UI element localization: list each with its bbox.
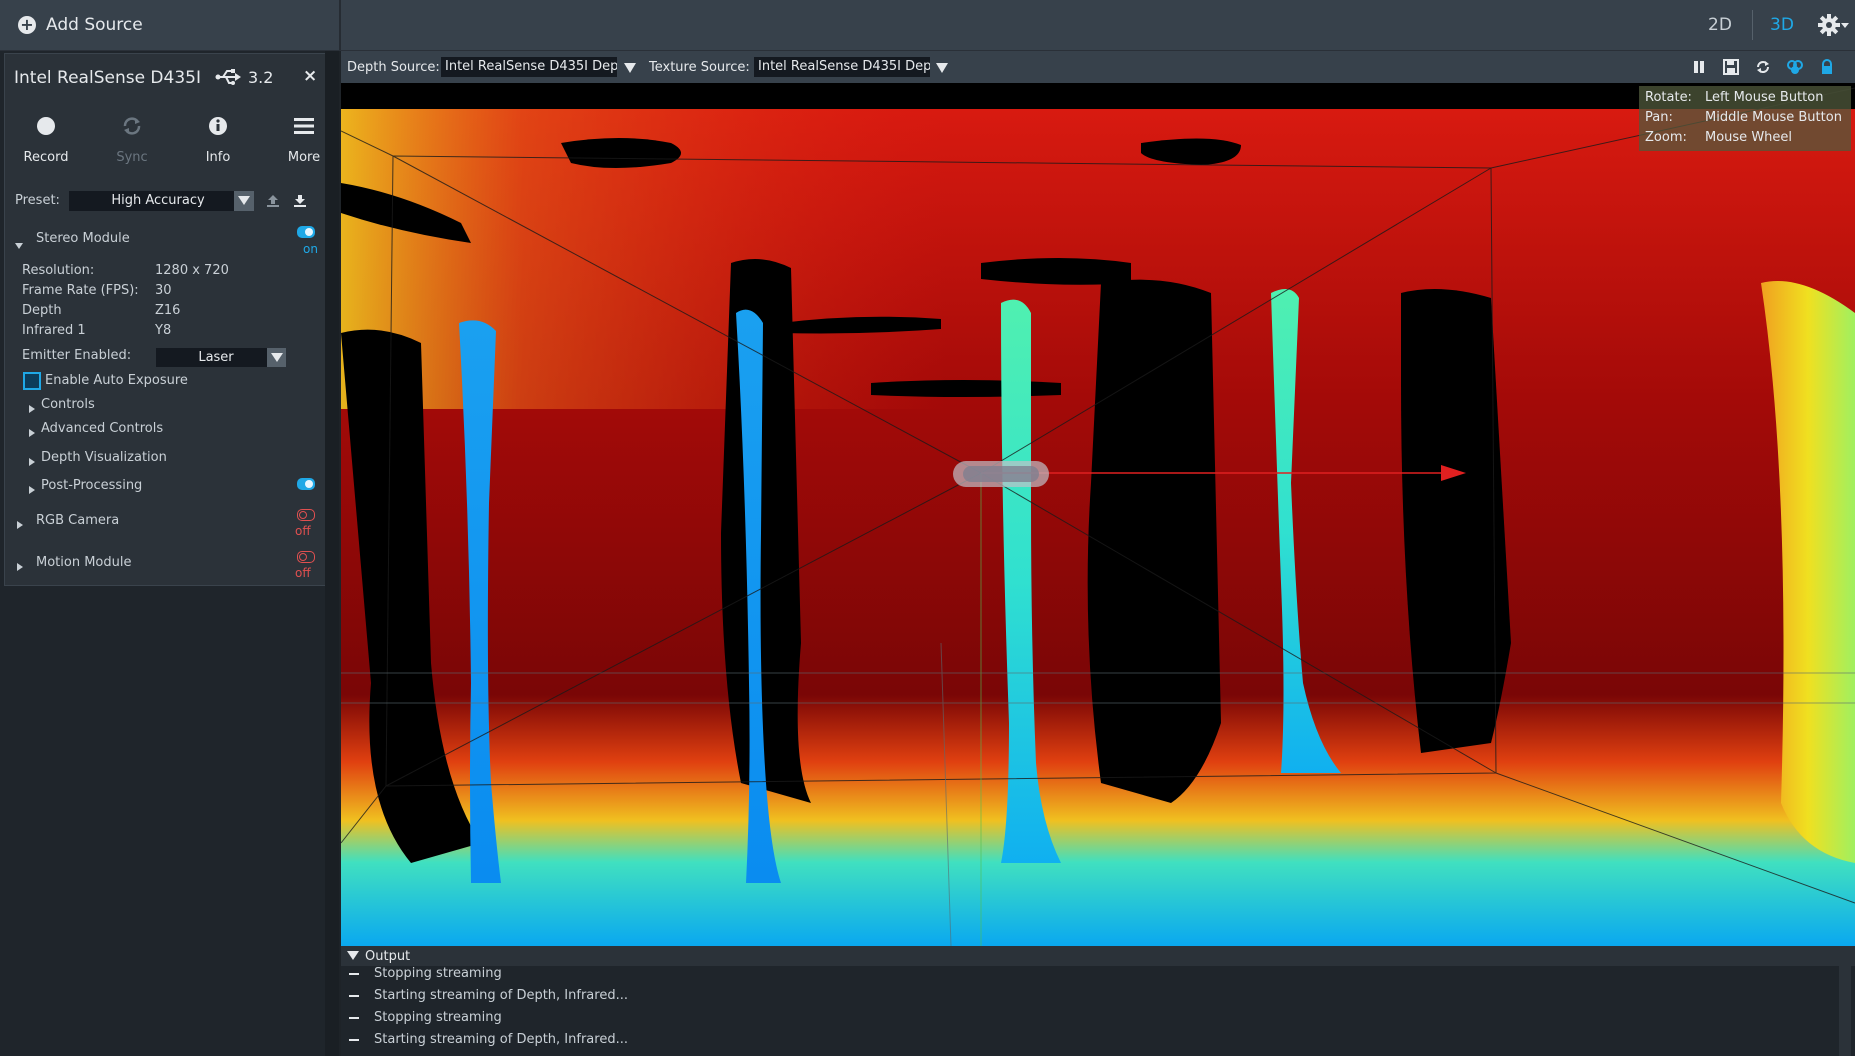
usb-version: 3.2: [248, 68, 274, 87]
motion-module-title[interactable]: Motion Module: [36, 555, 131, 570]
resolution-label: Resolution:: [22, 263, 95, 278]
depth-stream-label: Depth: [22, 303, 62, 318]
depth-format-value[interactable]: Z16: [155, 303, 180, 318]
view-toggle-divider: [1752, 10, 1753, 40]
rgb-camera-title[interactable]: RGB Camera: [36, 513, 119, 528]
depth-pointcloud: [341, 83, 1855, 946]
record-button[interactable]: Record: [11, 110, 81, 165]
rgb-toggle[interactable]: [297, 509, 315, 521]
rgb-state: off: [295, 524, 311, 538]
controls-section[interactable]: Controls: [41, 397, 95, 412]
reset-view-icon[interactable]: [1755, 59, 1771, 75]
log-row: Stopping streaming: [349, 966, 502, 981]
hint-zoom-value: Mouse Wheel: [1705, 130, 1793, 145]
log-dash-icon: [349, 1016, 359, 1019]
emitter-label: Emitter Enabled:: [22, 348, 132, 363]
framerate-value[interactable]: 30: [155, 283, 172, 298]
texture-source-select[interactable]: Intel RealSense D435I Depth: [754, 57, 930, 77]
log-text: Stopping streaming: [374, 1010, 502, 1025]
shading-icon[interactable]: [1787, 59, 1803, 75]
viewer-header: Depth Source: Intel RealSense D435I Dept…: [341, 51, 1855, 83]
depth-visualization-expand-icon[interactable]: [29, 451, 35, 470]
hint-pan-key: Pan:: [1645, 110, 1673, 125]
log-dash-icon: [349, 1038, 359, 1041]
hint-pan-value: Middle Mouse Button: [1705, 110, 1842, 125]
info-label: Info: [205, 150, 231, 165]
texture-source-dropdown-icon[interactable]: [936, 63, 948, 73]
hint-zoom-key: Zoom:: [1645, 130, 1687, 145]
log-row: Starting streaming of Depth, Infrared...: [349, 1032, 628, 1047]
output-scrollbar[interactable]: [1839, 966, 1851, 1056]
device-name: Intel RealSense D435I: [14, 68, 201, 88]
view-3d-button[interactable]: 3D: [1770, 0, 1794, 50]
stereo-expand-icon[interactable]: [15, 234, 23, 253]
sync-button[interactable]: Sync: [97, 110, 167, 165]
rgb-expand-icon[interactable]: [17, 514, 23, 533]
advanced-controls-section[interactable]: Advanced Controls: [41, 421, 163, 436]
advanced-controls-expand-icon[interactable]: [29, 422, 35, 441]
plus-circle-icon: +: [18, 16, 36, 34]
upload-icon[interactable]: [266, 193, 280, 212]
depth-source-select[interactable]: Intel RealSense D435I Depth: [441, 57, 617, 77]
add-source-label: Add Source: [46, 15, 143, 35]
preset-select[interactable]: High Accuracy: [69, 191, 247, 211]
hint-rotate-value: Left Mouse Button: [1705, 90, 1824, 105]
texture-source-label: Texture Source:: [649, 60, 750, 75]
sync-label: Sync: [116, 150, 148, 165]
log-row: Starting streaming of Depth, Infrared...: [349, 988, 628, 1003]
depth-source-label: Depth Source:: [347, 60, 440, 75]
info-icon: [183, 110, 253, 142]
info-button[interactable]: Info: [183, 110, 253, 165]
post-processing-expand-icon[interactable]: [29, 479, 35, 498]
motion-state: off: [295, 566, 311, 580]
emitter-dropdown-icon[interactable]: [267, 348, 286, 367]
auto-exposure-checkbox[interactable]: [23, 372, 41, 390]
post-processing-section[interactable]: Post-Processing: [41, 478, 142, 493]
download-icon[interactable]: [293, 193, 307, 212]
pointcloud-viewport[interactable]: [341, 83, 1855, 946]
add-source-button[interactable]: + Add Source: [0, 0, 341, 50]
depth-source-dropdown-icon[interactable]: [624, 63, 636, 73]
preset-dropdown-icon[interactable]: [234, 191, 254, 211]
record-label: Record: [23, 150, 69, 165]
usb-icon: [215, 68, 241, 86]
settings-gear-icon[interactable]: [1816, 10, 1850, 40]
log-dash-icon: [349, 994, 359, 997]
lock-icon[interactable]: [1819, 59, 1835, 75]
mouse-controls-hint: Rotate: Left Mouse Button Pan: Middle Mo…: [1639, 86, 1851, 151]
framerate-label: Frame Rate (FPS):: [22, 283, 139, 298]
log-row: Stopping streaming: [349, 1010, 502, 1025]
output-title: Output: [365, 949, 411, 964]
controls-expand-icon[interactable]: [29, 398, 35, 417]
emitter-select[interactable]: Laser: [156, 348, 276, 367]
log-text: Starting streaming of Depth, Infrared...: [374, 1032, 628, 1047]
auto-exposure-label: Enable Auto Exposure: [45, 373, 188, 388]
stereo-module-title[interactable]: Stereo Module: [36, 231, 130, 246]
save-icon[interactable]: [1723, 59, 1739, 75]
close-device-button[interactable]: ×: [303, 66, 317, 86]
device-card: Intel RealSense D435I 3.2 × Record Sync …: [4, 53, 326, 586]
stereo-toggle[interactable]: [297, 226, 315, 238]
output-collapse-icon[interactable]: [347, 951, 359, 960]
pause-icon[interactable]: [1691, 59, 1707, 75]
record-icon: [11, 110, 81, 142]
hint-rotate-key: Rotate:: [1645, 90, 1692, 105]
preset-label: Preset:: [15, 193, 60, 208]
log-text: Stopping streaming: [374, 966, 502, 981]
post-processing-toggle[interactable]: [297, 478, 315, 490]
output-log[interactable]: Stopping streaming Starting streaming of…: [341, 966, 1855, 1056]
infrared-stream-label: Infrared 1: [22, 323, 86, 338]
depth-visualization-section[interactable]: Depth Visualization: [41, 450, 167, 465]
panel-scrollbar-track[interactable]: [325, 51, 339, 1056]
output-header[interactable]: Output: [341, 946, 1855, 966]
view-2d-button[interactable]: 2D: [1708, 0, 1732, 50]
motion-toggle[interactable]: [297, 551, 315, 563]
log-text: Starting streaming of Depth, Infrared...: [374, 988, 628, 1003]
sync-icon: [97, 110, 167, 142]
infrared-format-value[interactable]: Y8: [155, 323, 171, 338]
stereo-state: on: [303, 242, 318, 256]
log-dash-icon: [349, 972, 359, 975]
motion-expand-icon[interactable]: [17, 556, 23, 575]
resolution-value[interactable]: 1280 x 720: [155, 263, 229, 278]
